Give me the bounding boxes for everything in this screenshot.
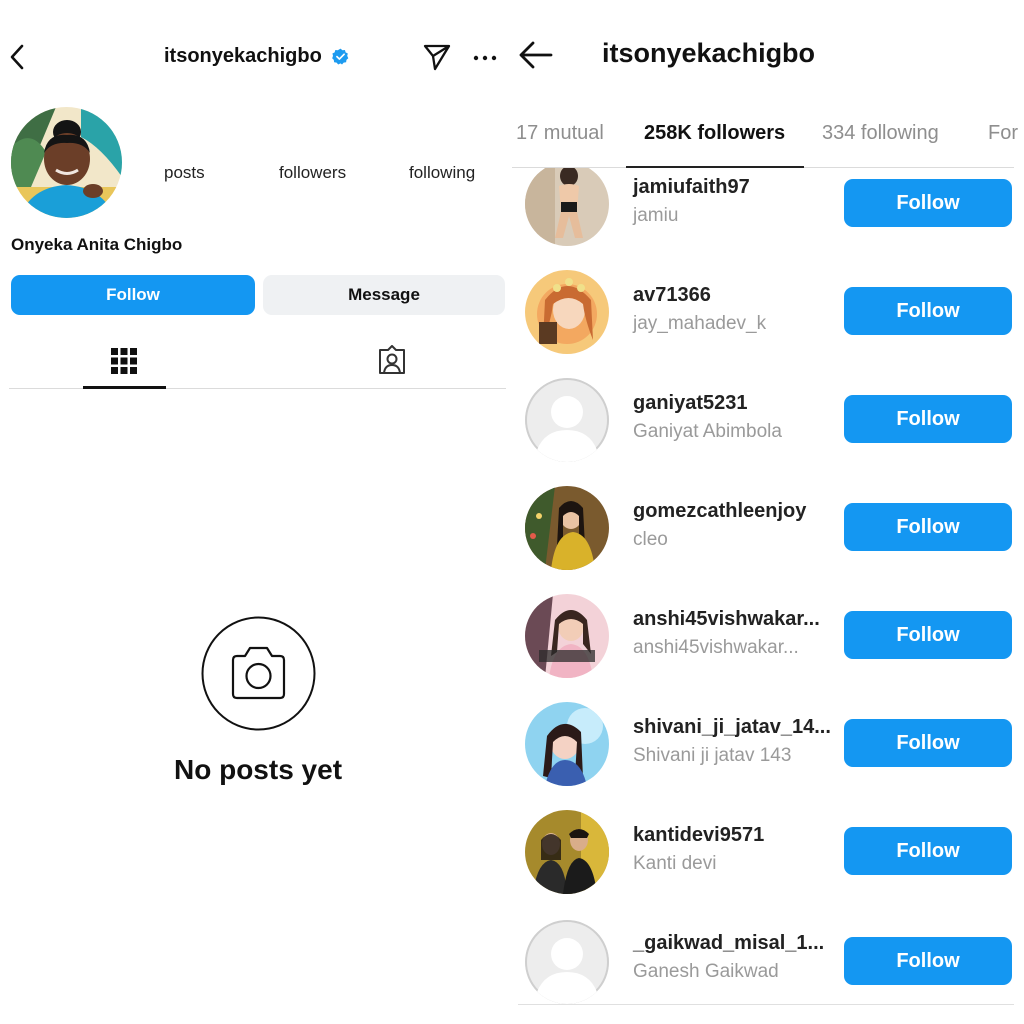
follower-name: anshi45vishwakar... (633, 637, 799, 658)
follow-button[interactable]: Follow (844, 503, 1012, 551)
default-avatar-icon[interactable] (525, 378, 609, 462)
follower-username[interactable]: _gaikwad_misal_1... (633, 932, 824, 955)
tab-mutual[interactable]: 17 mutual (516, 122, 604, 145)
tab-for-you[interactable]: For (988, 122, 1018, 145)
stat-following[interactable]: following (409, 163, 475, 183)
follow-button[interactable]: Follow (844, 937, 1012, 985)
header-username: itsonyekachigbo (164, 45, 322, 67)
stat-followers[interactable]: followers (279, 163, 346, 183)
follower-username[interactable]: shivani_ji_jatav_14... (633, 716, 831, 739)
profile-avatar[interactable] (11, 107, 122, 218)
follower-username[interactable]: anshi45vishwakar... (633, 608, 820, 631)
tagged-tab-icon[interactable] (377, 345, 407, 375)
follower-name: cleo (633, 529, 668, 550)
list-bottom-divider (518, 1004, 1014, 1005)
list-item[interactable]: kantidevi9571 Kanti devi Follow (512, 810, 1024, 924)
avatar[interactable] (525, 810, 609, 894)
avatar[interactable] (525, 168, 609, 246)
follower-username[interactable]: gomezcathleenjoy (633, 500, 806, 523)
profile-header: itsonyekachigbo (164, 45, 349, 68)
send-message-icon[interactable] (422, 42, 452, 72)
profile-panel: itsonyekachigbo posts followers followin… (0, 0, 512, 1024)
camera-icon (201, 616, 316, 731)
back-icon[interactable] (8, 44, 26, 70)
follow-button[interactable]: Follow (844, 611, 1012, 659)
follower-name: Ganiyat Abimbola (633, 421, 782, 442)
avatar[interactable] (525, 270, 609, 354)
tab-following[interactable]: 334 following (822, 122, 939, 145)
followers-list: jamiufaith97 jamiu Follow av71366 jay_ma… (512, 168, 1024, 1008)
avatar[interactable] (525, 486, 609, 570)
list-item[interactable]: jamiufaith97 jamiu Follow (512, 168, 1024, 276)
stat-posts[interactable]: posts (164, 163, 205, 183)
list-item[interactable]: anshi45vishwakar... anshi45vishwakar... … (512, 594, 1024, 708)
list-item[interactable]: gomezcathleenjoy cleo Follow (512, 486, 1024, 600)
follow-button[interactable]: Follow (844, 179, 1012, 227)
follower-username[interactable]: av71366 (633, 284, 711, 307)
follow-button[interactable]: Follow (844, 719, 1012, 767)
follower-name: Shivani ji jatav 143 (633, 745, 792, 766)
no-posts-text: No posts yet (173, 754, 343, 785)
followers-header-username: itsonyekachigbo (602, 38, 816, 68)
follower-name: Ganesh Gaikwad (633, 961, 779, 982)
grid-tab-icon[interactable] (110, 347, 138, 375)
avatar[interactable] (525, 702, 609, 786)
follow-button[interactable]: Follow (844, 287, 1012, 335)
back-arrow-icon[interactable] (518, 40, 554, 70)
avatar[interactable] (525, 594, 609, 678)
list-item[interactable]: av71366 jay_mahadev_k Follow (512, 270, 1024, 384)
verified-badge-icon (331, 48, 349, 65)
follower-name: jay_mahadev_k (633, 313, 767, 334)
default-avatar-icon[interactable] (525, 920, 609, 1004)
follow-button[interactable]: Follow (844, 827, 1012, 875)
follow-button[interactable]: Follow (11, 275, 255, 315)
follower-username[interactable]: kantidevi9571 (633, 824, 764, 847)
list-item[interactable]: ganiyat5231 Ganiyat Abimbola Follow (512, 378, 1024, 492)
follow-button[interactable]: Follow (844, 395, 1012, 443)
followers-panel: itsonyekachigbo 17 mutual 258K followers… (512, 0, 1024, 1024)
follower-username[interactable]: jamiufaith97 (633, 176, 750, 199)
active-tab-indicator (83, 386, 166, 389)
list-item[interactable]: shivani_ji_jatav_14... Shivani ji jatav … (512, 702, 1024, 816)
follower-name: Kanti devi (633, 853, 717, 874)
message-button[interactable]: Message (263, 275, 505, 315)
tab-followers[interactable]: 258K followers (644, 122, 785, 145)
profile-full-name: Onyeka Anita Chigbo (11, 235, 183, 254)
follower-username[interactable]: ganiyat5231 (633, 392, 748, 415)
more-options-icon[interactable] (473, 54, 497, 62)
follower-name: jamiu (633, 205, 679, 226)
list-item[interactable]: _gaikwad_misal_1... Ganesh Gaikwad Follo… (512, 920, 1024, 1008)
